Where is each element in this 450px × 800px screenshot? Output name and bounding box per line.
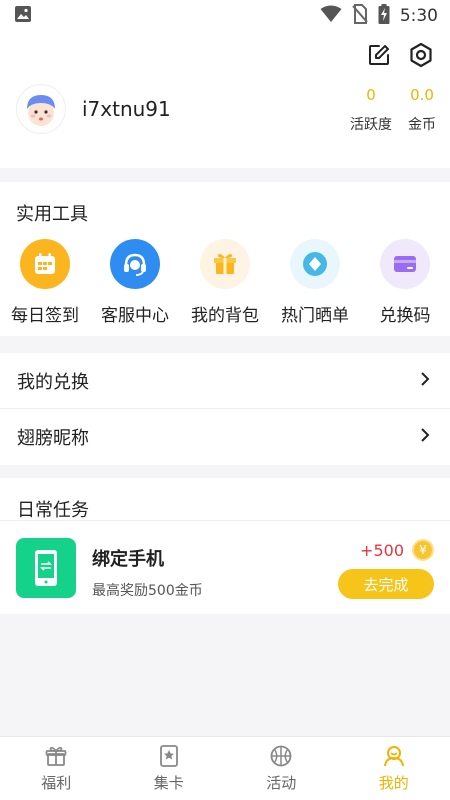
tab-label: 活动 [266, 774, 297, 792]
wifi-icon [320, 5, 342, 27]
stat-label: 金币 [408, 117, 436, 133]
menu-item-my-exchanges[interactable]: 我的兑换 [0, 353, 450, 409]
reward-value: +500 [360, 540, 404, 560]
bottom-tab-bar: 福利 集卡 活动 我的 [0, 736, 450, 800]
tool-label: 我的背包 [191, 306, 259, 326]
stat-label: 活跃度 [350, 117, 392, 133]
chevron-right-icon [420, 371, 430, 391]
menu-item-wing-nickname[interactable]: 翅膀昵称 [0, 409, 450, 465]
calendar-icon [20, 239, 70, 289]
tool-label: 热门晒单 [281, 306, 349, 326]
card-tab-icon [157, 744, 181, 768]
card-icon [380, 239, 430, 289]
task-reward: +500 ¥ [360, 539, 434, 561]
menu-label: 翅膀昵称 [17, 428, 89, 449]
task-description: 最高奖励500金币 [92, 583, 203, 599]
section-title: 实用工具 [16, 204, 88, 225]
menu-list: 我的兑换 翅膀昵称 [0, 353, 450, 465]
go-complete-button[interactable]: 去完成 [338, 569, 434, 599]
tool-label: 客服中心 [101, 306, 169, 326]
tool-hot-showcase[interactable]: 热门晒单 [270, 239, 360, 326]
tool-label: 每日签到 [11, 306, 79, 326]
tab-label: 我的 [378, 774, 409, 792]
headset-icon [110, 239, 160, 289]
gift-tab-icon [44, 744, 68, 768]
tool-label: 兑换码 [379, 306, 431, 326]
tab-welfare[interactable]: 福利 [0, 737, 113, 800]
tools-section: 实用工具 每日签到 客服中心 我的背包 热门晒单 兑换码 [0, 182, 450, 336]
tab-collect-cards[interactable]: 集卡 [113, 737, 226, 800]
status-bar: 5:30 [0, 0, 450, 32]
tool-my-backpack[interactable]: 我的背包 [180, 239, 270, 326]
battery-charging-icon [378, 4, 390, 28]
user-stats: 0 活跃度 0.0 金币 [350, 86, 436, 134]
profile-header: i7xtnu91 0 活跃度 0.0 金币 [0, 32, 450, 168]
gift-icon [200, 239, 250, 289]
phone-icon [16, 538, 76, 598]
task-name: 绑定手机 [92, 549, 164, 570]
image-notification-icon [14, 5, 32, 27]
section-title: 日常任务 [17, 500, 89, 521]
tool-redeem-code[interactable]: 兑换码 [360, 239, 450, 326]
user-tab-icon [382, 744, 406, 768]
no-sim-icon [352, 4, 368, 28]
daily-tasks-section: 日常任务 绑定手机 最高奖励500金币 +500 ¥ 去完成 [0, 478, 450, 614]
edit-icon[interactable] [366, 42, 392, 68]
tab-mine[interactable]: 我的 [338, 737, 450, 800]
stat-value: 0.0 [410, 86, 434, 104]
basketball-tab-icon [269, 744, 293, 768]
username: i7xtnu91 [82, 97, 171, 121]
clock: 5:30 [399, 6, 438, 26]
chevron-right-icon [420, 427, 430, 447]
stat-value: 0 [366, 86, 376, 104]
tool-daily-checkin[interactable]: 每日签到 [0, 239, 90, 326]
tool-customer-service[interactable]: 客服中心 [90, 239, 180, 326]
stat-activity[interactable]: 0 活跃度 [350, 86, 392, 134]
menu-label: 我的兑换 [17, 371, 89, 393]
avatar[interactable] [16, 84, 66, 134]
task-item: 绑定手机 最高奖励500金币 +500 ¥ 去完成 [0, 520, 450, 614]
settings-icon[interactable] [408, 42, 434, 68]
coin-icon: ¥ [412, 539, 434, 561]
stat-coins[interactable]: 0.0 金币 [408, 86, 436, 134]
tab-label: 集卡 [153, 774, 184, 792]
tab-activities[interactable]: 活动 [225, 737, 338, 800]
diamond-icon [290, 239, 340, 289]
tab-label: 福利 [41, 774, 72, 792]
